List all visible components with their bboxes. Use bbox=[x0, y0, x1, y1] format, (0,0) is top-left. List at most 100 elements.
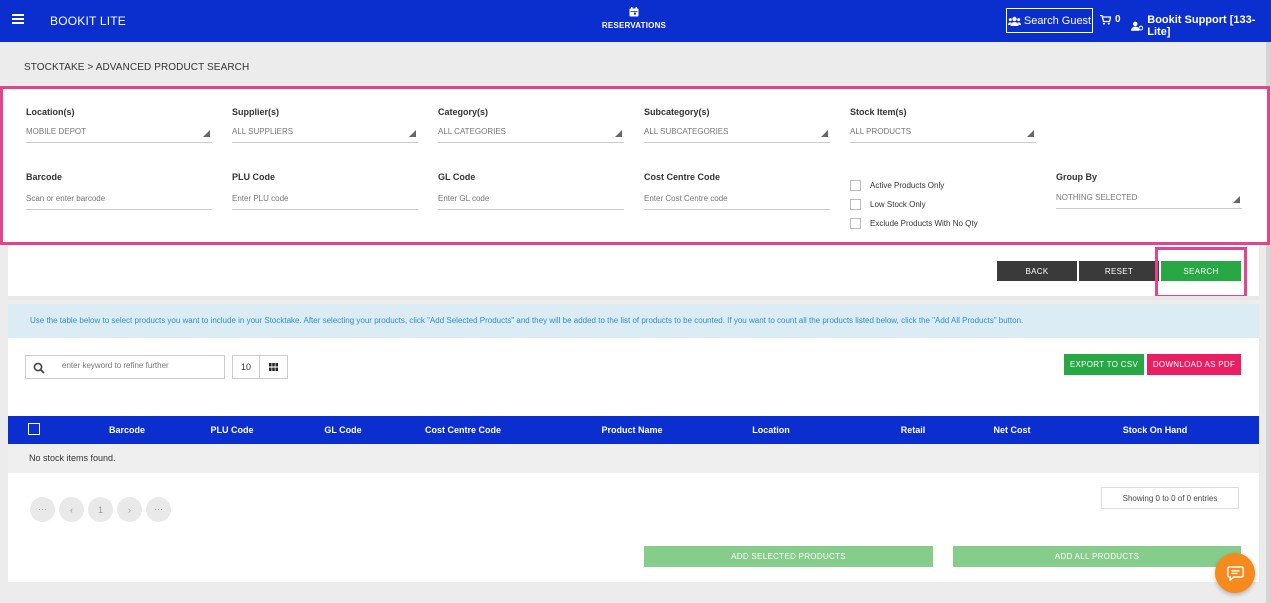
back-button[interactable]: BACK bbox=[997, 261, 1077, 281]
subcategory-select[interactable]: ALL SUBCATEGORIES bbox=[644, 121, 830, 143]
product-table-panel: 10 EXPORT TO CSV DOWNLOAD AS PDF Barcode… bbox=[8, 338, 1259, 582]
checkbox-label: Active Products Only bbox=[870, 181, 945, 190]
grid-icon bbox=[269, 363, 278, 371]
group-by-select[interactable]: NOTHING SELECTED bbox=[1056, 187, 1242, 209]
supplier-filter: Supplier(s) ALL SUPPLIERS bbox=[232, 107, 418, 143]
empty-table-row: No stock items found. bbox=[8, 444, 1259, 476]
page-size-select[interactable]: 10 bbox=[233, 356, 260, 378]
search-guest-label: Search Guest bbox=[1023, 14, 1092, 27]
col-location[interactable]: Location bbox=[731, 416, 811, 444]
col-stock-on-hand[interactable]: Stock On Hand bbox=[1105, 416, 1205, 444]
stock-item-filter: Stock Item(s) ALL PRODUCTS bbox=[850, 107, 1036, 143]
action-bar: BACK RESET SEARCH bbox=[8, 245, 1259, 296]
col-retail[interactable]: Retail bbox=[873, 416, 953, 444]
cost-centre-label: Cost Centre Code bbox=[644, 172, 721, 182]
info-banner: Use the table below to select products y… bbox=[8, 304, 1259, 338]
col-gl-code[interactable]: GL Code bbox=[303, 416, 383, 444]
cost-centre-input-wrap bbox=[644, 188, 830, 210]
top-navbar: BOOKIT LITE RESERVATIONS Search Guest 0 … bbox=[0, 0, 1271, 42]
checkbox-box[interactable] bbox=[850, 218, 861, 229]
plu-input-wrap bbox=[232, 188, 418, 210]
group-by-label: Group By bbox=[1056, 172, 1098, 182]
entries-info: Showing 0 to 0 of 0 entries bbox=[1101, 487, 1239, 509]
search-guest-button[interactable]: Search Guest bbox=[1006, 8, 1093, 33]
users-icon bbox=[1007, 16, 1021, 26]
dropdown-arrow-icon bbox=[409, 130, 416, 137]
add-all-products-button[interactable]: ADD ALL PRODUCTS bbox=[953, 546, 1241, 567]
plu-input[interactable] bbox=[232, 194, 418, 203]
dropdown-arrow-icon bbox=[821, 130, 828, 137]
gl-label: GL Code bbox=[438, 172, 476, 182]
user-menu[interactable]: Bookit Support [133-Lite] bbox=[1131, 14, 1271, 38]
location-select[interactable]: MOBILE DEPOT bbox=[26, 121, 212, 143]
user-label: Bookit Support [133-Lite] bbox=[1147, 14, 1256, 38]
refine-input[interactable] bbox=[62, 361, 217, 370]
next-page-button[interactable]: › bbox=[117, 497, 142, 522]
reset-button[interactable]: RESET bbox=[1079, 261, 1159, 281]
dropdown-arrow-icon bbox=[1027, 130, 1034, 137]
supplier-select[interactable]: ALL SUPPLIERS bbox=[232, 121, 418, 143]
barcode-label: Barcode bbox=[26, 172, 63, 182]
pagination: ⋯ ‹ 1 › ⋯ bbox=[30, 497, 171, 522]
user-cog-icon bbox=[1131, 21, 1144, 31]
col-plu-code[interactable]: PLU Code bbox=[192, 416, 272, 444]
menu-icon[interactable] bbox=[12, 14, 24, 24]
dropdown-arrow-icon bbox=[615, 130, 622, 137]
gl-input[interactable] bbox=[438, 194, 624, 203]
dropdown-arrow-icon bbox=[1233, 196, 1240, 203]
page-size-control: 10 bbox=[232, 355, 288, 379]
col-barcode[interactable]: Barcode bbox=[87, 416, 167, 444]
export-csv-button[interactable]: EXPORT TO CSV bbox=[1064, 354, 1144, 375]
col-product-name[interactable]: Product Name bbox=[582, 416, 682, 444]
group-by-filter: Group By NOTHING SELECTED bbox=[1056, 172, 1242, 209]
stock-item-value: ALL PRODUCTS bbox=[850, 127, 912, 136]
add-selected-products-button[interactable]: ADD SELECTED PRODUCTS bbox=[644, 546, 933, 567]
dropdown-arrow-icon bbox=[203, 130, 210, 137]
subcategory-value: ALL SUBCATEGORIES bbox=[644, 127, 729, 136]
barcode-filter: Barcode bbox=[26, 172, 212, 210]
exclude-no-qty-checkbox[interactable]: Exclude Products With No Qty bbox=[850, 218, 978, 229]
col-net-cost[interactable]: Net Cost bbox=[972, 416, 1052, 444]
app-title[interactable]: BOOKIT LITE bbox=[50, 14, 126, 28]
cost-centre-input[interactable] bbox=[644, 194, 830, 203]
plu-label: PLU Code bbox=[232, 172, 276, 182]
select-all-checkbox[interactable] bbox=[28, 423, 40, 435]
chat-widget-button[interactable] bbox=[1215, 553, 1255, 593]
table-header: Barcode PLU Code GL Code Cost Centre Cod… bbox=[8, 416, 1259, 444]
barcode-input[interactable] bbox=[26, 194, 212, 203]
refine-search bbox=[25, 355, 225, 379]
page-1-button[interactable]: 1 bbox=[88, 497, 113, 522]
barcode-input-wrap bbox=[26, 188, 212, 210]
grid-toggle[interactable] bbox=[260, 356, 287, 378]
category-value: ALL CATEGORIES bbox=[438, 127, 507, 136]
download-pdf-button[interactable]: DOWNLOAD AS PDF bbox=[1147, 354, 1241, 375]
category-label: Category(s) bbox=[438, 107, 489, 117]
stock-item-label: Stock Item(s) bbox=[850, 107, 907, 117]
checkbox-label: Exclude Products With No Qty bbox=[870, 219, 978, 228]
checkbox-box[interactable] bbox=[850, 180, 861, 191]
gl-filter: GL Code bbox=[438, 172, 624, 210]
last-page-button[interactable]: ⋯ bbox=[146, 497, 171, 522]
category-select[interactable]: ALL CATEGORIES bbox=[438, 121, 624, 143]
cart-button[interactable]: 0 bbox=[1100, 14, 1121, 25]
row-gap bbox=[8, 473, 1259, 476]
group-by-value: NOTHING SELECTED bbox=[1056, 193, 1138, 202]
low-stock-checkbox[interactable]: Low Stock Only bbox=[850, 199, 926, 210]
subcategory-label: Subcategory(s) bbox=[644, 107, 710, 117]
first-page-button[interactable]: ⋯ bbox=[30, 497, 55, 522]
col-cost-centre-code[interactable]: Cost Centre Code bbox=[413, 416, 513, 444]
search-icon bbox=[33, 362, 45, 374]
active-products-checkbox[interactable]: Active Products Only bbox=[850, 180, 944, 191]
stock-item-select[interactable]: ALL PRODUCTS bbox=[850, 121, 1036, 143]
gl-input-wrap bbox=[438, 188, 624, 210]
section-divider bbox=[8, 296, 1259, 300]
reservations-link[interactable]: RESERVATIONS bbox=[600, 7, 668, 30]
location-filter: Location(s) MOBILE DEPOT bbox=[26, 107, 212, 143]
reservations-label: RESERVATIONS bbox=[601, 21, 667, 30]
supplier-value: ALL SUPPLIERS bbox=[232, 127, 294, 136]
subcategory-filter: Subcategory(s) ALL SUBCATEGORIES bbox=[644, 107, 830, 143]
checkbox-box[interactable] bbox=[850, 199, 861, 210]
calendar-icon bbox=[629, 7, 639, 17]
prev-page-button[interactable]: ‹ bbox=[59, 497, 84, 522]
cart-icon bbox=[1100, 14, 1111, 25]
